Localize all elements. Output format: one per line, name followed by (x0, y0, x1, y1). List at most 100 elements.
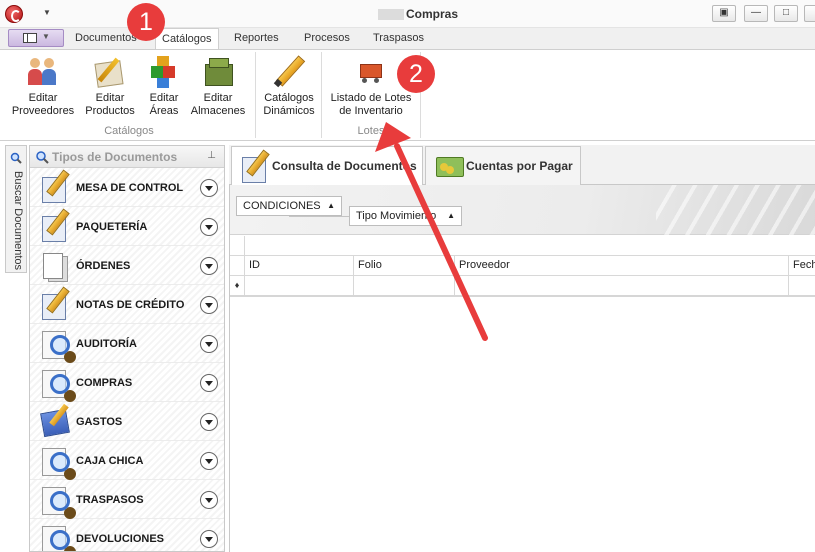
tab-documentos[interactable]: Documentos (75, 32, 137, 44)
nav-item-label: GASTOS (76, 416, 123, 428)
nav-item-label: ÓRDENES (76, 260, 131, 272)
doc-pencil-icon (40, 171, 72, 203)
expand-chevron-icon[interactable] (200, 413, 218, 431)
grid-bottom-border (230, 295, 815, 297)
nav-item-auditoria[interactable]: AUDITORÍA (30, 324, 224, 363)
inventory-lots-label-2: de Inventario (339, 105, 403, 117)
grid-header-row: ID Folio Proveedor Fech (230, 256, 815, 276)
nav-item-caja-chica[interactable]: CAJA CHICA (30, 441, 224, 480)
expand-chevron-icon[interactable] (200, 491, 218, 509)
nav-item-devoluciones[interactable]: DEVOLUCIONES (30, 519, 224, 551)
chevron-down-icon: ▼ (42, 32, 50, 41)
search-icon (10, 152, 22, 164)
expand-chevron-icon[interactable] (200, 530, 218, 548)
nav-item-label: NOTAS DE CRÉDITO (76, 299, 185, 311)
edit-areas-label-1: Editar (149, 92, 179, 104)
panel-header: Tipos de Documentos ⊥ (30, 146, 224, 168)
annotation-badge-1: 1 (127, 3, 165, 41)
column-header-fecha[interactable]: Fech (789, 256, 815, 276)
edit-suppliers-button[interactable]: Editar Proveedores (8, 54, 78, 118)
money-icon (434, 151, 464, 181)
side-tab-label: Buscar Documentos (12, 171, 24, 271)
tab-catalogos[interactable]: Catálogos (155, 28, 219, 50)
nav-item-label: TRASPASOS (76, 494, 144, 506)
ribbon-tab-row: ▼ Documentos Catálogos Reportes Procesos… (0, 28, 815, 50)
tab-reportes[interactable]: Reportes (234, 32, 279, 44)
decorative-stripes (656, 185, 815, 235)
close-button[interactable] (804, 5, 815, 22)
pin-icon[interactable]: ⊥ (207, 150, 216, 161)
column-header-id[interactable]: ID (245, 256, 354, 276)
pencil-icon (272, 54, 306, 90)
panel-title: Tipos de Documentos (52, 150, 178, 164)
cart-icon (354, 54, 388, 90)
tab-procesos[interactable]: Procesos (304, 32, 350, 44)
tab-consulta-de-documentos[interactable]: Consulta de Documentos (231, 146, 423, 186)
dynamic-catalogs-label-2: Dinámicos (263, 105, 315, 117)
maximize-button[interactable]: □ (774, 5, 798, 22)
suppliers-icon (26, 54, 60, 90)
window-title: Compras (406, 7, 459, 21)
grid-spacer-row (230, 236, 815, 256)
nav-item-compras[interactable]: COMPRAS (30, 363, 224, 402)
tab-label: Consulta de Documentos (272, 159, 417, 173)
tab-cuentas-por-pagar[interactable]: Cuentas por Pagar (425, 146, 581, 185)
screen-fit-icon: ▣ (719, 7, 729, 18)
sort-ascending-icon: ▲ (447, 211, 455, 220)
magnifier-icon (40, 366, 72, 398)
edit-products-button[interactable]: Editar Productos (82, 54, 138, 118)
edit-areas-button[interactable]: Editar Áreas (143, 54, 185, 118)
nav-item-ordenes[interactable]: ÓRDENES (30, 246, 224, 285)
dynamic-catalogs-button[interactable]: Catálogos Dinámicos (260, 54, 318, 118)
search-documents-side-tab[interactable]: Buscar Documentos (5, 145, 27, 273)
edit-suppliers-label-2: Proveedores (11, 105, 75, 117)
edit-warehouses-label-2: Almacenes (190, 105, 246, 117)
filter-cell-proveedor[interactable] (455, 276, 789, 296)
header-indicator-cell (230, 256, 245, 276)
column-header-folio[interactable]: Folio (354, 256, 455, 276)
title-redacted-block (378, 9, 404, 20)
filter-cell-id[interactable] (245, 276, 354, 296)
column-header-proveedor[interactable]: Proveedor (455, 256, 789, 276)
minimize-button[interactable]: — (744, 5, 768, 22)
nav-item-gastos[interactable]: GASTOS (30, 402, 224, 441)
nav-item-paqueteria[interactable]: PAQUETERÍA (30, 207, 224, 246)
doc-pencil-icon (40, 210, 72, 242)
nav-item-notas-de-credito[interactable]: NOTAS DE CRÉDITO (30, 285, 224, 324)
magnifier-icon (40, 444, 72, 476)
areas-icon (147, 54, 181, 90)
app-logo-icon[interactable] (5, 5, 23, 23)
screen-fit-button[interactable]: ▣ (712, 5, 736, 22)
quick-access-dropdown-icon[interactable]: ▼ (43, 8, 51, 17)
expand-chevron-icon[interactable] (200, 374, 218, 392)
expand-chevron-icon[interactable] (200, 296, 218, 314)
doc-pencil-icon (240, 151, 270, 183)
filter-cell-fecha[interactable] (789, 276, 815, 296)
nav-item-traspasos[interactable]: TRASPASOS (30, 480, 224, 519)
expand-chevron-icon[interactable] (200, 218, 218, 236)
expand-chevron-icon[interactable] (200, 452, 218, 470)
magnifier-icon (40, 522, 72, 551)
app-menu-button[interactable]: ▼ (8, 29, 64, 47)
edit-warehouses-button[interactable]: Editar Almacenes (189, 54, 247, 118)
group-chip-tipo-movimiento[interactable]: Tipo Movimiento ▲ (349, 206, 462, 226)
sort-ascending-icon: ▲ (327, 201, 335, 210)
nav-item-label: MESA DE CONTROL (76, 182, 184, 194)
expand-chevron-icon[interactable] (200, 179, 218, 197)
ribbon-separator (255, 52, 256, 138)
group-chip-condiciones[interactable]: CONDICIONES ▲ (236, 196, 342, 216)
filter-cell-folio[interactable] (354, 276, 455, 296)
edit-warehouses-label-1: Editar (203, 92, 233, 104)
nav-item-mesa-de-control[interactable]: MESA DE CONTROL (30, 168, 224, 207)
expand-chevron-icon[interactable] (200, 257, 218, 275)
inventory-lots-label-1: Listado de Lotes (330, 92, 412, 104)
tab-traspasos[interactable]: Traspasos (373, 32, 424, 44)
filter-row-icon: ♦ (230, 276, 245, 296)
products-icon (93, 54, 127, 90)
expand-chevron-icon[interactable] (200, 335, 218, 353)
dynamic-catalogs-label-1: Catálogos (264, 92, 314, 104)
magnifier-icon (40, 327, 72, 359)
edit-areas-label-2: Áreas (149, 105, 179, 117)
title-bar: ▼ Compras ▣ — □ (0, 0, 815, 28)
grid-filter-row: ♦ (230, 276, 815, 296)
